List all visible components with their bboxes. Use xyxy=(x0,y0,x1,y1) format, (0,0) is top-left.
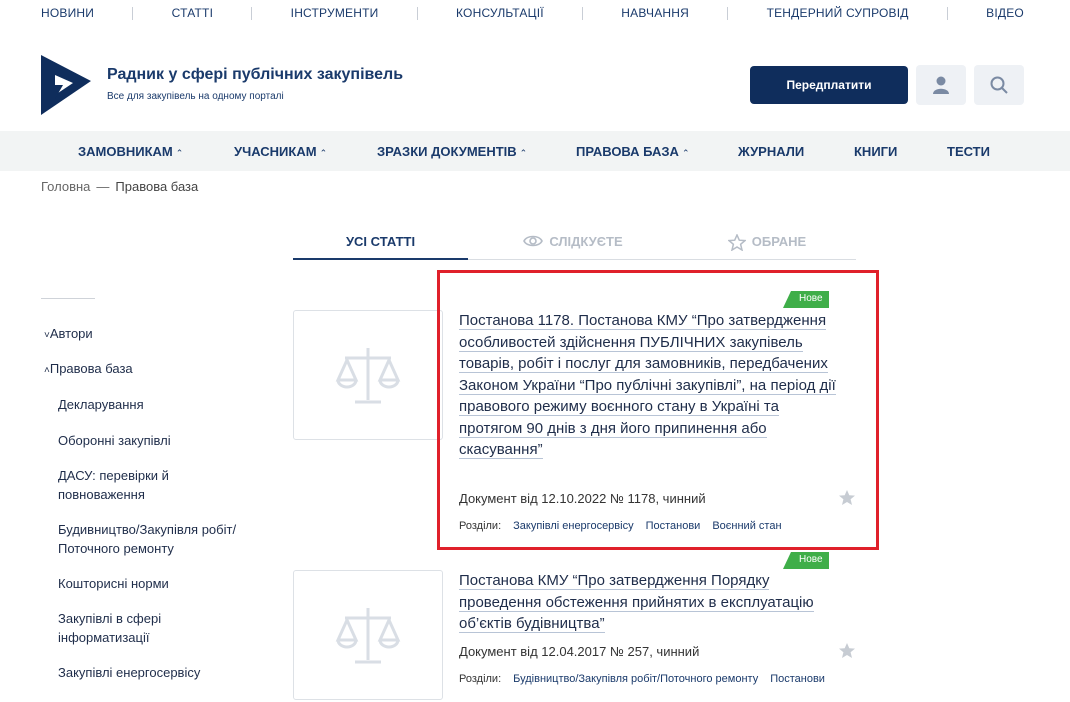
sidebar-item-declaration[interactable]: Декларування xyxy=(58,395,278,414)
sidebar-item-construction[interactable]: Будивництво/Закупівля робіт/ Поточного р… xyxy=(58,520,273,558)
mainnav-legal-base[interactable]: ПРАВОВА БАЗА ⌃ xyxy=(576,144,690,159)
highlight-box xyxy=(437,270,879,550)
tab-all-articles[interactable]: УСІ СТАТТІ xyxy=(293,234,468,260)
subscribe-button[interactable]: Передплатити xyxy=(750,66,908,104)
article-thumbnail[interactable] xyxy=(293,310,443,440)
logo-icon[interactable] xyxy=(41,55,91,115)
article-title[interactable]: Постанова КМУ “Про затвердження Порядку … xyxy=(459,570,839,635)
breadcrumb-current: Правова база xyxy=(115,179,199,194)
divider xyxy=(416,6,418,20)
topnav-news[interactable]: НОВИНИ xyxy=(41,6,94,20)
eye-icon xyxy=(523,235,544,247)
search-button[interactable] xyxy=(974,65,1024,105)
breadcrumb: Головна — Правова база xyxy=(41,179,199,194)
new-badge: Нове xyxy=(783,552,829,569)
mainnav-customers[interactable]: ЗАМОВНИКАМ ⌃ xyxy=(78,144,183,159)
sidebar-item-dasu[interactable]: ДАСУ: перевірки й повноваження xyxy=(58,466,218,504)
section-link[interactable]: Постанови xyxy=(770,673,825,685)
sidebar-item-informatization[interactable]: Закупівлі в сфері інформатизації xyxy=(58,609,208,647)
sidebar-divider xyxy=(41,298,95,299)
mainnav-journals[interactable]: ЖУРНАЛИ xyxy=(738,144,804,159)
sidebar-item-energy-service[interactable]: Закупівлі енергосервісу xyxy=(58,663,278,682)
scales-icon xyxy=(335,608,401,664)
tab-favorites[interactable]: ОБРАНЕ xyxy=(678,234,856,260)
divider xyxy=(582,6,584,20)
topnav-tender-support[interactable]: ТЕНДЕРНИЙ СУПРОВІД xyxy=(767,6,909,20)
article-meta: Документ від 12.04.2017 № 257, чинний xyxy=(459,644,700,659)
mainnav-books[interactable]: КНИГИ xyxy=(854,144,897,159)
breadcrumb-home[interactable]: Головна xyxy=(41,179,90,194)
chevron-up-icon: ⌃ xyxy=(319,148,328,158)
topnav-consultations[interactable]: КОНСУЛЬТАЦІЇ xyxy=(456,6,544,20)
site-subtitle: Все для закупівель на одному порталі xyxy=(107,91,284,102)
section-link[interactable]: Будівництво/Закупівля робіт/Поточного ре… xyxy=(513,673,758,685)
divider xyxy=(132,6,134,20)
topnav-tools[interactable]: ІНСТРУМЕНТИ xyxy=(291,6,379,20)
search-icon xyxy=(990,76,1008,94)
site-title[interactable]: Радник у сфері публічних закупівель xyxy=(107,66,403,84)
sidebar-legal-base[interactable]: ˄Правова база xyxy=(44,361,133,376)
divider xyxy=(251,6,253,20)
user-button[interactable] xyxy=(916,65,966,105)
mainnav-document-samples[interactable]: ЗРАЗКИ ДОКУМЕНТІВ ⌃ xyxy=(377,144,527,159)
topnav-articles[interactable]: СТАТТІ xyxy=(172,6,213,20)
sidebar-item-estimate-norms[interactable]: Кошторисні норми xyxy=(58,574,278,593)
mainnav-participants[interactable]: УЧАСНИКАМ ⌃ xyxy=(234,144,327,159)
user-icon xyxy=(933,76,949,94)
chevron-up-icon: ⌃ xyxy=(519,148,528,158)
topnav-video[interactable]: ВІДЕО xyxy=(986,6,1024,20)
article-thumbnail[interactable] xyxy=(293,570,443,700)
star-outline-icon xyxy=(727,234,746,251)
divider xyxy=(727,6,729,20)
mainnav-tests[interactable]: ТЕСТИ xyxy=(947,144,990,159)
main-nav: ЗАМОВНИКАМ ⌃ УЧАСНИКАМ ⌃ ЗРАЗКИ ДОКУМЕНТІВ… xyxy=(0,131,1070,171)
topnav-training[interactable]: НАВЧАННЯ xyxy=(621,6,689,20)
chevron-up-icon: ⌃ xyxy=(175,148,184,158)
sidebar-authors[interactable]: ˅Автори xyxy=(44,326,93,341)
divider xyxy=(946,6,948,20)
scales-icon xyxy=(335,348,401,404)
article-sections: Розділи: Будівництво/Закупівля робіт/Пот… xyxy=(459,673,825,685)
top-nav: НОВИНИ СТАТТІ ІНСТРУМЕНТИ КОНСУЛЬТАЦІЇ Н… xyxy=(41,0,1024,26)
sidebar-item-defense-procurement[interactable]: Оборонні закупівлі xyxy=(58,431,278,450)
favorite-star-icon[interactable] xyxy=(838,642,856,659)
tab-following[interactable]: СЛІДКУЄТЕ xyxy=(468,234,678,260)
chevron-up-icon: ⌃ xyxy=(681,148,690,158)
